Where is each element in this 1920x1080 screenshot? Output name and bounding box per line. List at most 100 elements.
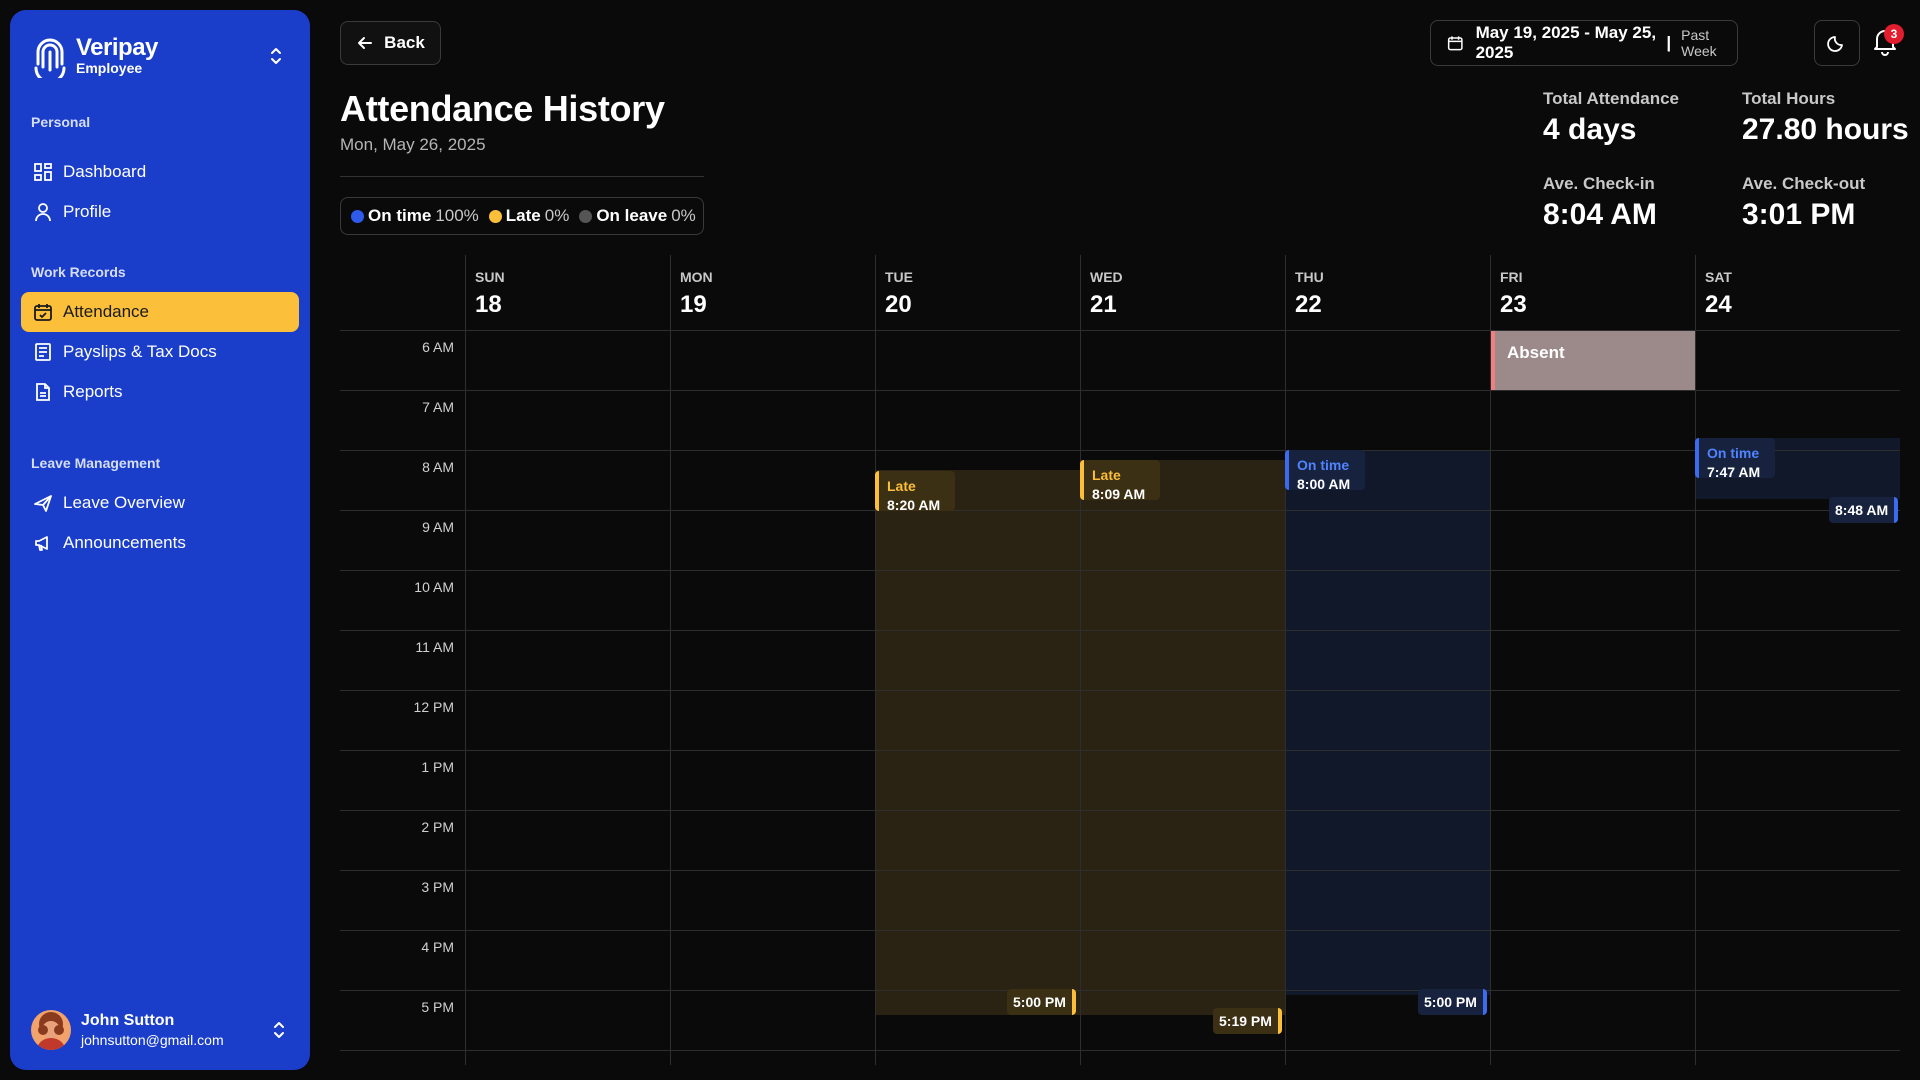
legend-on-time: On time 100% — [351, 206, 479, 226]
day-number: 22 — [1295, 291, 1322, 318]
fri-absent-event[interactable]: Absent — [1491, 331, 1695, 390]
sidebar-item-label: Leave Overview — [63, 493, 185, 512]
hour-label: 12 PM — [413, 699, 454, 715]
hour-label: 8 AM — [422, 459, 454, 475]
checkin-status: Late — [1092, 467, 1121, 483]
checkout-time: 8:48 AM — [1835, 502, 1889, 518]
user-name: John Sutton — [81, 1012, 175, 1029]
legend-pct: 0% — [671, 206, 696, 225]
date-range-separator: | — [1666, 33, 1672, 52]
stat-total-hours: Total Hours 27.80 hours — [1742, 89, 1909, 147]
back-button[interactable]: Back — [340, 21, 441, 65]
sidebar-item-profile[interactable]: Profile — [21, 192, 299, 232]
checkout-time: 5:19 PM — [1219, 1013, 1272, 1029]
legend-pct: 0% — [544, 206, 570, 225]
grid-line — [875, 255, 876, 1065]
thu-attendance-span[interactable] — [1285, 450, 1490, 995]
sidebar-item-reports[interactable]: Reports — [21, 372, 299, 412]
arrow-left-icon — [358, 37, 373, 49]
hour-label: 4 PM — [421, 939, 454, 955]
checkin-time: 7:47 AM — [1707, 464, 1761, 480]
stat-label: Ave. Check-in — [1543, 174, 1655, 193]
day-header-mon: MON 19 — [670, 255, 713, 330]
late-dot-icon — [488, 209, 502, 223]
wed-checkin-tag[interactable]: Late 8:09 AM — [1080, 460, 1160, 502]
stat-value: 27.80 hours — [1742, 113, 1909, 146]
week-calendar: SUN 18 MON 19 TUE 20 WED 21 THU 22 FRI 2… — [340, 255, 1900, 1080]
page-title: Attendance History — [340, 88, 665, 129]
checkin-status: On time — [1297, 457, 1350, 473]
divider — [340, 176, 704, 177]
legend-label: On leave — [596, 206, 668, 225]
sidebar-item-label: Attendance — [63, 302, 150, 321]
sat-checkin-tag[interactable]: On time 7:47 AM — [1695, 438, 1775, 480]
stat-avg-checkin: Ave. Check-in 8:04 AM — [1543, 174, 1657, 232]
plane-icon — [34, 495, 52, 512]
grid-line — [340, 1050, 1900, 1051]
day-header-wed: WED 21 — [1080, 255, 1123, 330]
tue-checkin-tag[interactable]: Late 8:20 AM — [875, 471, 955, 513]
tue-checkout-tag[interactable]: 5:00 PM — [1007, 989, 1076, 1015]
stat-value: 3:01 PM — [1742, 198, 1856, 231]
grid-line — [340, 930, 1900, 931]
thu-checkin-tag[interactable]: On time 8:00 AM — [1285, 450, 1365, 492]
brand: Veripay Employee — [32, 30, 288, 82]
sidebar-item-attendance[interactable]: Attendance — [21, 292, 299, 332]
checkout-time: 5:00 PM — [1013, 994, 1066, 1010]
wed-checkout-tag[interactable]: 5:19 PM — [1213, 1008, 1282, 1034]
sidebar: Veripay Employee Personal Dashboard Prof… — [10, 10, 310, 1070]
sidebar-item-label: Dashboard — [63, 162, 147, 181]
thu-checkout-tag[interactable]: 5:00 PM — [1418, 989, 1487, 1015]
day-name: SUN — [475, 269, 505, 285]
legend-label: On time — [368, 206, 432, 225]
hour-label: 6 AM — [422, 339, 454, 355]
user-menu[interactable]: John Sutton johnsutton@gmail.com — [31, 1008, 291, 1052]
sidebar-item-dashboard[interactable]: Dashboard — [21, 152, 299, 192]
sat-checkout-tag[interactable]: 8:48 AM — [1829, 497, 1899, 523]
grid-line — [340, 690, 1900, 691]
wed-attendance-span[interactable] — [1080, 460, 1285, 1015]
legend-on-leave: On leave 0% — [579, 206, 696, 226]
sidebar-item-leave-overview[interactable]: Leave Overview — [21, 483, 299, 523]
day-header-sat: SAT 24 — [1695, 255, 1732, 330]
hour-label: 10 AM — [414, 579, 454, 595]
day-number: 19 — [680, 291, 707, 318]
tue-attendance-span[interactable] — [875, 470, 1080, 1015]
on-time-dot-icon — [351, 209, 364, 223]
nav-section-personal: Personal — [31, 114, 91, 130]
date-range-picker[interactable]: May 19, 2025 - May 25, 2025 | Past Week — [1430, 20, 1738, 66]
grid-line — [340, 450, 1900, 451]
stat-label: Ave. Check-out — [1742, 174, 1866, 193]
day-number: 20 — [885, 291, 912, 318]
stat-label: Total Hours — [1742, 89, 1836, 108]
theme-toggle-button[interactable] — [1814, 20, 1860, 66]
on-leave-dot-icon — [579, 209, 593, 223]
day-name: WED — [1090, 269, 1123, 285]
grid-line — [340, 810, 1900, 811]
sidebar-item-label: Reports — [63, 382, 123, 401]
grid-line — [340, 750, 1900, 751]
sidebar-item-label: Announcements — [63, 533, 186, 552]
megaphone-icon — [35, 536, 48, 551]
sidebar-item-label: Payslips & Tax Docs — [63, 342, 217, 361]
hour-label: 3 PM — [421, 879, 454, 895]
day-header-fri: FRI 23 — [1490, 255, 1527, 330]
checkin-time: 8:00 AM — [1297, 476, 1351, 492]
brand-role: Employee — [76, 60, 143, 76]
back-label: Back — [384, 33, 425, 52]
sidebar-item-payslips[interactable]: Payslips & Tax Docs — [21, 332, 299, 372]
legend-late: Late 0% — [488, 206, 570, 226]
chevron-up-down-icon[interactable] — [267, 1018, 291, 1042]
chevron-up-down-icon[interactable] — [264, 44, 288, 68]
legend-pct: 100% — [435, 206, 479, 225]
day-number: 24 — [1705, 291, 1732, 318]
moon-icon — [1827, 36, 1843, 52]
sidebar-item-announcements[interactable]: Announcements — [21, 523, 299, 563]
grid-line — [340, 390, 1900, 391]
document-icon — [35, 343, 51, 361]
grid-line — [1285, 255, 1286, 1065]
day-number: 18 — [475, 291, 502, 318]
day-number: 23 — [1500, 291, 1527, 318]
stat-label: Total Attendance — [1543, 89, 1680, 108]
nav-section-leave-management: Leave Management — [31, 455, 161, 471]
